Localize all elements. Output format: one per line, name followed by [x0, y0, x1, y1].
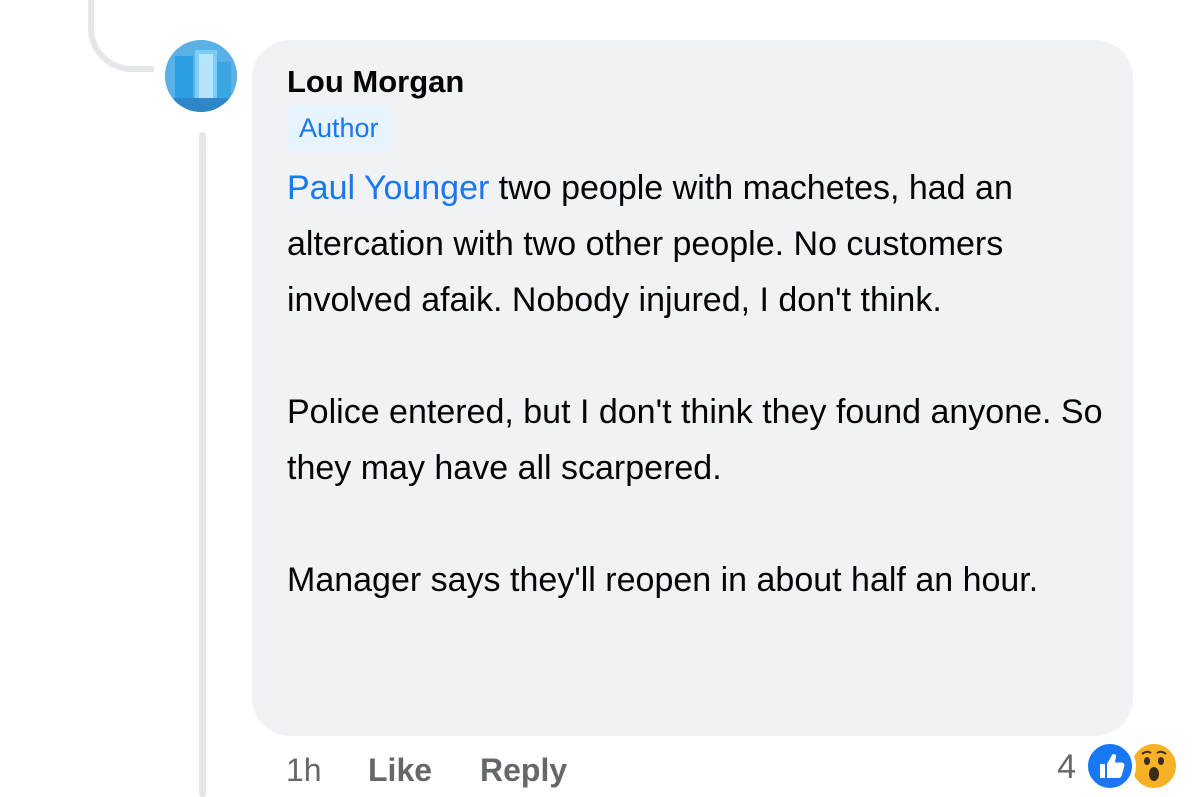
reactions-summary[interactable]: 4 [1044, 740, 1184, 794]
comment-timestamp[interactable]: 1h [286, 748, 322, 792]
avatar[interactable] [165, 40, 237, 112]
like-reaction-icon [1084, 740, 1136, 792]
comment-text: Paul Younger two people with machetes, h… [287, 160, 1117, 608]
comment-paragraph-1: Paul Younger two people with machetes, h… [287, 160, 1117, 328]
comment-paragraph-3: Manager says they'll reopen in about hal… [287, 561, 1039, 599]
like-button[interactable]: Like [368, 748, 432, 792]
mention-link[interactable]: Paul Younger [287, 169, 489, 207]
thread-connector-curve [88, 0, 154, 72]
comment-author-name[interactable]: Lou Morgan [287, 62, 464, 102]
comment-paragraph-2: Police entered, but I don't think they f… [287, 393, 1103, 487]
reaction-count[interactable]: 4 [1057, 744, 1076, 790]
thread-connector-line [199, 132, 206, 797]
comment-bubble: Lou Morgan Author Paul Younger two peopl… [252, 40, 1133, 736]
reply-button[interactable]: Reply [480, 748, 567, 792]
author-badge: Author [287, 105, 391, 151]
avatar-image [165, 40, 237, 112]
